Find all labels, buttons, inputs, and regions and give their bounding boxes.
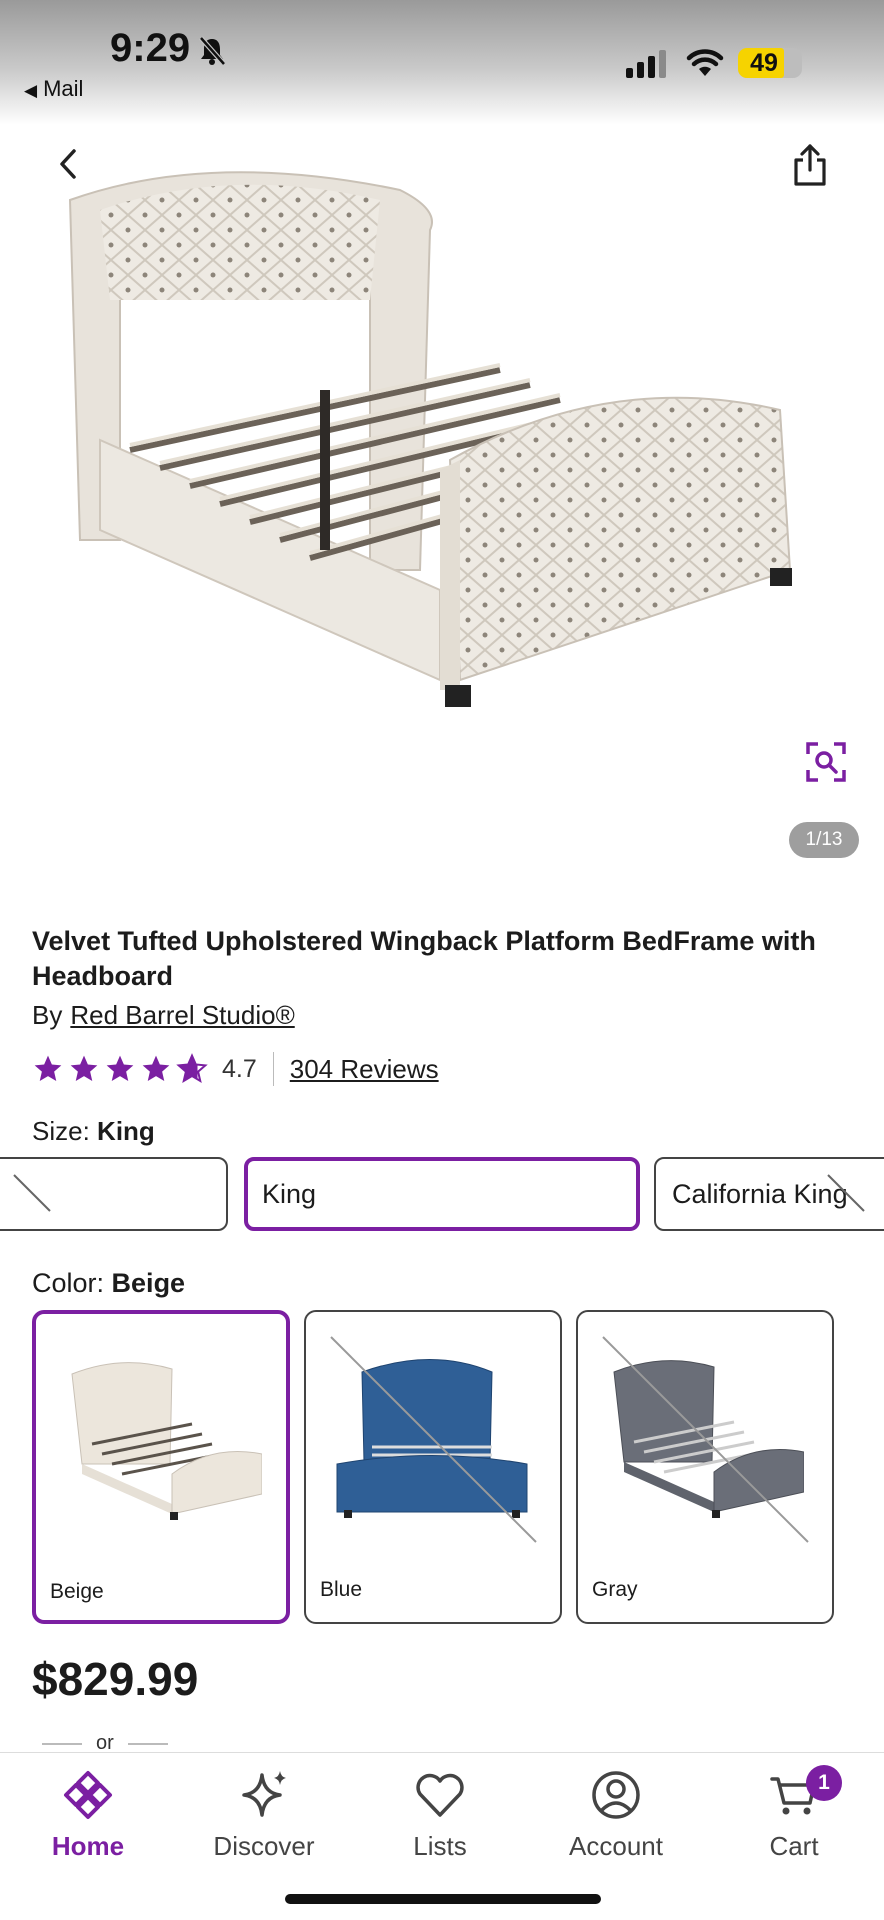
- product-image[interactable]: [60, 170, 820, 730]
- brand-link[interactable]: Red Barrel Studio®: [70, 1000, 294, 1030]
- color-label: Color: Beige: [32, 1268, 186, 1298]
- brand-line: By Red Barrel Studio®: [32, 1000, 295, 1030]
- product-title: Velvet Tufted Upholstered Wingback Platf…: [32, 926, 816, 991]
- star-rating: [32, 1053, 208, 1085]
- color-swatch-gray[interactable]: Gray: [576, 1310, 834, 1624]
- battery-indicator: 49: [738, 48, 802, 78]
- tab-cart[interactable]: Cart 1: [706, 1765, 882, 1862]
- image-counter: 1/13: [789, 822, 859, 858]
- cellular-signal-icon: [626, 50, 666, 78]
- status-bar: 9:29 ◀ Mail 49: [0, 0, 884, 125]
- size-selected: King: [97, 1116, 155, 1146]
- divider: [272, 1052, 274, 1086]
- reviews-link[interactable]: 304 Reviews: [290, 1054, 439, 1085]
- status-time: 9:29: [110, 26, 191, 70]
- home-icon: [64, 1771, 112, 1819]
- home-indicator: [285, 1894, 601, 1904]
- star-icon: [70, 1055, 98, 1081]
- unavailable-slash: [827, 1174, 865, 1212]
- tab-discover[interactable]: Discover: [176, 1765, 352, 1862]
- heart-icon: [416, 1773, 464, 1817]
- swatch-label: Gray: [592, 1578, 638, 1601]
- star-partial-icon: [176, 1053, 208, 1084]
- star-icon: [142, 1055, 170, 1081]
- size-option-king[interactable]: King: [244, 1157, 640, 1231]
- size-option-california-king[interactable]: California King: [654, 1157, 884, 1231]
- tab-lists[interactable]: Lists: [352, 1765, 528, 1862]
- unavailable-slash: [13, 1174, 51, 1212]
- visual-search-icon[interactable]: [806, 742, 846, 782]
- back-to-mail-link[interactable]: ◀ Mail: [24, 76, 83, 102]
- cart-count-badge: 1: [806, 1765, 842, 1801]
- tab-account[interactable]: Account: [528, 1765, 704, 1862]
- bell-muted-icon: [199, 36, 226, 66]
- sparkle-icon: [242, 1771, 286, 1817]
- battery-level: 49: [750, 49, 778, 77]
- tab-home[interactable]: Home: [0, 1765, 176, 1862]
- back-triangle-icon: ◀: [24, 81, 38, 100]
- rating-value: 4.7: [222, 1054, 257, 1083]
- swatch-label: Beige: [50, 1580, 104, 1603]
- color-selected: Beige: [111, 1268, 186, 1298]
- color-swatch-beige[interactable]: Beige: [32, 1310, 290, 1624]
- color-swatch-blue[interactable]: Blue: [304, 1310, 562, 1624]
- size-label: Size: King: [32, 1116, 155, 1146]
- size-option-unavailable[interactable]: [0, 1157, 228, 1231]
- swatch-label: Blue: [320, 1578, 363, 1601]
- rating-row: 4.7 304 Reviews: [32, 1052, 439, 1086]
- swatch-image: [71, 1362, 262, 1520]
- account-icon: [592, 1771, 640, 1819]
- wifi-icon: [686, 49, 724, 76]
- star-icon: [34, 1055, 62, 1081]
- star-icon: [106, 1055, 134, 1081]
- price: $829.99: [32, 1653, 199, 1705]
